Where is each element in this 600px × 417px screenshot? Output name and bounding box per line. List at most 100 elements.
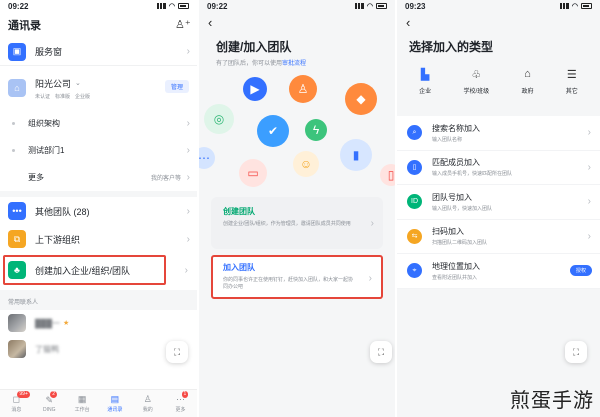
status-time: 09:22: [8, 1, 29, 11]
sub-item-extra: 我的客户等: [150, 176, 181, 182]
user-icon: ♙: [289, 75, 317, 103]
chevron-left-icon: ‹: [406, 15, 411, 30]
category-other[interactable]: ☰ 其它: [566, 68, 578, 102]
people-icon: ♧: [471, 69, 482, 81]
mortarboard-icon: ◆: [345, 83, 377, 115]
join-by-scan-row[interactable]: ⇆ 扫码加入 扫描团队二维码加入团队 ›: [397, 220, 600, 254]
chevron-right-icon: ›: [186, 233, 190, 245]
service-window-row[interactable]: ▣ 服务窗 ›: [0, 38, 197, 66]
manage-button[interactable]: 管理: [164, 80, 189, 93]
approval-flow-link[interactable]: 审批流程: [282, 61, 306, 67]
tab-badge: 99+: [17, 391, 30, 398]
service-window-icon: ▣: [8, 42, 26, 61]
join-by-location-row[interactable]: ⌖ 地理位置加入 查看附近团队并加入 授权: [397, 254, 600, 289]
category-enterprise[interactable]: ▙ 企业: [419, 68, 431, 102]
create-join-team-row[interactable]: ♣ 创建加入企业/组织/团队 ›: [3, 255, 188, 285]
lightning-icon: ϟ: [305, 119, 327, 141]
back-button[interactable]: ‹: [397, 12, 600, 34]
service-window-label: 服务窗: [35, 47, 63, 57]
join-by-member-row[interactable]: ▯ 匹配成员加入 输入成员手机号，快速匹配所在团队 ›: [397, 151, 600, 185]
tab-ding[interactable]: 2 ✎ DING: [33, 390, 66, 417]
search-icon: ⌕: [407, 125, 422, 141]
contacts-header: 通讯录 ♙⁺: [0, 12, 197, 38]
add-contact-icon[interactable]: ♙⁺: [175, 18, 191, 32]
chevron-right-icon: ›: [587, 196, 591, 208]
sub-item-label: 更多: [28, 173, 44, 182]
sub-item-test-dept[interactable]: 测试部门1 ›: [0, 137, 197, 164]
create-join-team-label: 创建加入企业/组织/团队: [35, 265, 131, 276]
floating-assist-button[interactable]: ⛶: [565, 341, 587, 363]
signal-icon: [354, 3, 364, 9]
floating-assist-button[interactable]: ⛶: [370, 341, 392, 363]
book-icon: ▮: [340, 139, 372, 171]
avatar: [8, 340, 26, 358]
contacts-icon: ▤: [110, 394, 120, 404]
wifi-icon: ◠: [168, 3, 175, 10]
company-icon: ⌂: [8, 79, 26, 97]
signal-icon: [559, 3, 569, 9]
location-pin-icon: ⌖: [407, 263, 422, 279]
join-by-team-id-row[interactable]: ID 团队号加入 输入团队号，快速加入团队 ›: [397, 185, 600, 220]
authorize-button[interactable]: 授权: [569, 265, 592, 277]
phone-icon: ▯: [407, 159, 422, 175]
tab-workbench[interactable]: ▦ 工作台: [66, 390, 99, 417]
sub-item-org-structure[interactable]: 组织架构 ›: [0, 110, 197, 137]
company-row[interactable]: ⌂ 阳光公司 ⌄ 未认证 标准版 企业版 管理: [0, 66, 197, 110]
status-time: 09:22: [207, 1, 228, 11]
contact-row[interactable]: ███一 ★: [0, 310, 197, 336]
target-icon: ◎: [204, 104, 234, 134]
more-dots-icon: •••: [8, 202, 26, 220]
join-team-desc: 你的同事也许正在使用钉钉，赶快加入团队，和大家一起协同办公吧: [223, 277, 354, 290]
chevron-right-icon: ›: [587, 230, 591, 242]
chevron-left-icon: ‹: [208, 15, 213, 30]
government-icon: ⌂: [524, 68, 531, 80]
create-team-card[interactable]: 创建团队 创建企业/团队/组织，作为管理员，邀请团队成员共同使用 ›: [211, 197, 383, 249]
wifi-icon: ◠: [571, 3, 578, 10]
battery-icon: [178, 3, 189, 9]
category-government[interactable]: ⌂ 政府: [521, 68, 533, 102]
company-name: 阳光公司: [35, 78, 72, 89]
chevron-right-icon: ›: [587, 127, 591, 139]
back-button[interactable]: ‹: [199, 12, 395, 34]
feature-illustration: ◎ ▶ ♙ ◆ ✔ ϟ ⋯ ▭ ☺ ▮ ▯: [199, 69, 395, 189]
page-title: 选择加入的类型: [409, 40, 494, 54]
shield-check-icon: ✔: [257, 115, 289, 147]
avatar: [8, 314, 26, 332]
tab-messages[interactable]: 99+ ◻ 消息: [0, 390, 33, 417]
upstream-downstream-row[interactable]: ⧉ 上下游组织 ›: [0, 225, 197, 253]
status-bar: 09:22 ◠: [199, 0, 395, 12]
grid-icon: ▦: [77, 394, 87, 404]
chevron-right-icon: ›: [186, 145, 190, 156]
join-by-name-row[interactable]: ⌕ 搜索名称加入 输入团队名称 ›: [397, 116, 600, 151]
join-team-title: 加入团队: [223, 263, 255, 272]
category-selector: ▙ 企业 ♧ 学校/班级 ⌂ 政府 ☰ 其它: [403, 68, 594, 102]
company-tag: 企业版: [75, 93, 91, 100]
battery-icon: [376, 3, 387, 9]
star-icon: ★: [63, 320, 70, 327]
scan-icon: ⛶: [572, 346, 580, 357]
create-join-team-screen: 09:22 ◠ ‹ 创建/加入团队 有了团队后，你可以使用审批流程 ◎ ▶ ♙ …: [199, 0, 395, 417]
chat-icon: ⋯: [199, 147, 215, 169]
chevron-right-icon: ›: [186, 46, 190, 57]
category-school[interactable]: ♧ 学校/班级: [463, 68, 489, 102]
chevron-down-icon: ⌄: [75, 80, 81, 87]
chevron-right-icon: ›: [186, 172, 190, 183]
qr-scan-icon: ⇆: [407, 228, 422, 244]
wifi-icon: ◠: [366, 3, 373, 10]
tab-contacts[interactable]: ▤ 通讯录: [98, 390, 131, 417]
document-icon: ▯: [380, 164, 395, 186]
sub-item-more[interactable]: 更多 我的客户等 ›: [0, 164, 197, 191]
other-teams-row[interactable]: ••• 其他团队 (28) ›: [0, 197, 197, 225]
status-bar: 09:22 ◠: [0, 0, 197, 12]
floating-assist-button[interactable]: ⛶: [166, 341, 188, 363]
join-team-card[interactable]: 加入团队 你的同事也许正在使用钉钉，赶快加入团队，和大家一起协同办公吧 ›: [211, 255, 383, 299]
calendar-icon: ▭: [239, 159, 267, 187]
status-bar: 09:23 ◠: [397, 0, 600, 12]
company-tags: 未认证 标准版 企业版: [35, 93, 90, 100]
tab-mine[interactable]: ♙ 我的: [131, 390, 164, 417]
create-team-title: 创建团队: [223, 207, 255, 216]
chevron-right-icon: ›: [186, 205, 190, 217]
join-method-list: ⌕ 搜索名称加入 输入团队名称 › ▯ 匹配成员加入 输入成员手机号，快速匹配所在团…: [397, 116, 600, 289]
tab-more[interactable]: 1 ⋯ 更多: [164, 390, 197, 417]
chevron-right-icon: ›: [370, 217, 374, 229]
